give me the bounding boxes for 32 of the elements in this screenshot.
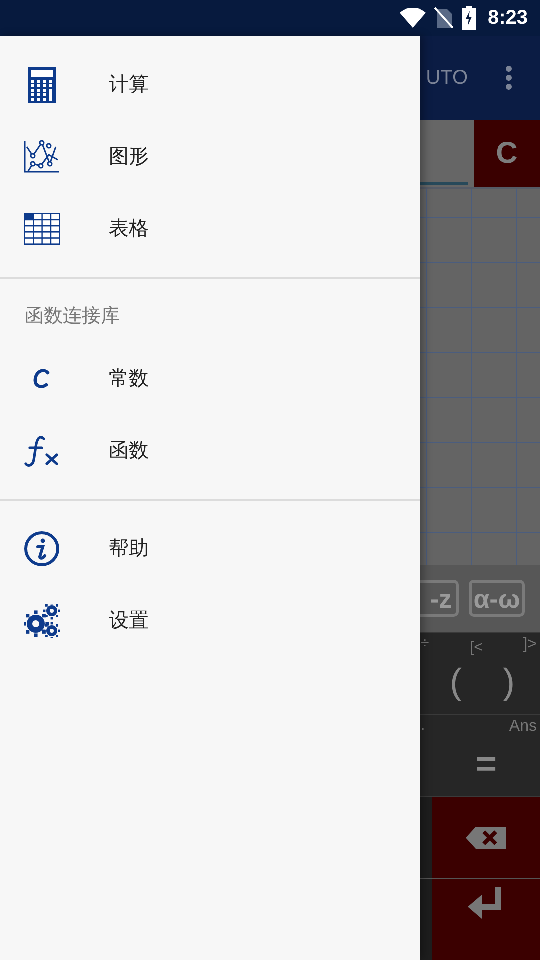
no-sim-icon	[434, 7, 454, 29]
wifi-icon	[400, 8, 426, 28]
calculator-icon	[28, 67, 56, 103]
drawer-item[interactable]: 表格	[0, 193, 420, 265]
calculator-key[interactable]: )	[503, 655, 515, 709]
drawer-item[interactable]: 图形	[0, 121, 420, 193]
key-secondary-label: ]>	[523, 635, 537, 655]
clear-key[interactable]: C	[474, 120, 540, 187]
drawer-item[interactable]: 函数	[0, 415, 420, 487]
info-icon	[24, 531, 60, 567]
letter-c-icon	[33, 368, 51, 390]
clock-time: 8:23	[488, 6, 528, 31]
line-graph-icon	[24, 140, 60, 174]
enter-icon	[468, 887, 504, 921]
more-icon[interactable]	[506, 66, 512, 90]
gears-icon	[24, 604, 60, 638]
battery-charging-icon	[462, 6, 476, 30]
backspace-icon	[466, 826, 506, 848]
key-secondary-label: ÷	[421, 634, 430, 654]
drawer-item[interactable]: 常数	[0, 343, 420, 415]
function-icon	[24, 435, 60, 467]
calculator-key[interactable]: (	[450, 655, 462, 709]
toolbar-title[interactable]: UTO	[426, 63, 468, 93]
table-icon	[24, 213, 60, 245]
enter-key[interactable]	[432, 879, 540, 960]
backspace-key[interactable]	[432, 797, 540, 878]
key-secondary-label: [<	[470, 638, 483, 658]
drawer-item[interactable]: 计算	[0, 49, 420, 121]
key-secondary-label: Ans	[509, 717, 537, 737]
section-header: 函数连接库	[25, 304, 120, 329]
key-secondary-label: .	[421, 716, 426, 736]
calculator-key[interactable]: =	[476, 737, 498, 791]
